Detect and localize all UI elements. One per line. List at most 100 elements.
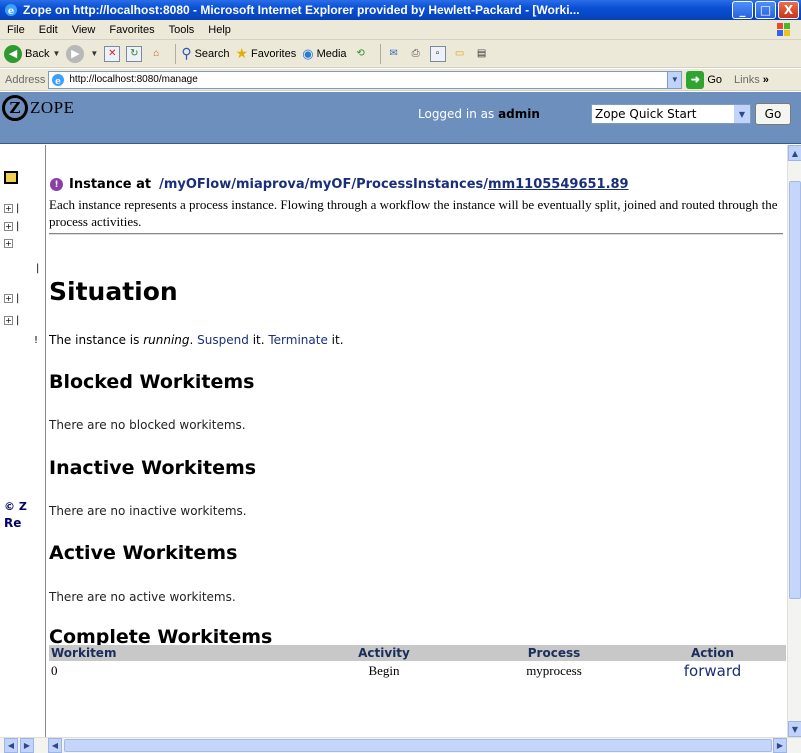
scroll-right-icon[interactable]: ▶ [773, 738, 787, 753]
instance-path[interactable]: /myOFlow/miaprova/myOF/ProcessInstances/ [159, 177, 488, 192]
instance-icon: ! [50, 178, 63, 191]
chevron-down-icon[interactable]: ▼ [668, 70, 683, 89]
search-button[interactable]: ⚲ Search [181, 45, 229, 62]
menu-favorites[interactable]: Favorites [102, 24, 161, 36]
refresh-link[interactable]: Re [4, 516, 21, 530]
toolbar-separator [175, 43, 177, 64]
table-header-row: Workitem Activity Process Action [49, 645, 786, 661]
inactive-workitems-heading: Inactive Workitems [49, 457, 257, 479]
table-row: 0 Begin myprocess forward [49, 661, 786, 681]
forward-button[interactable]: ▶ ▼ [66, 44, 98, 63]
column-header-workitem: Workitem [49, 645, 299, 661]
history-icon[interactable]: ⟲ [353, 46, 369, 62]
menu-tools[interactable]: Tools [162, 24, 202, 36]
logged-in-status: Logged in as admin [418, 107, 540, 121]
active-workitems-text: There are no active workitems. [49, 590, 236, 604]
tree-item[interactable]: + | [4, 293, 19, 304]
star-icon: ★ [235, 45, 248, 61]
page-icon: e [51, 73, 65, 87]
minimize-button[interactable]: _ [732, 1, 753, 19]
expand-icon[interactable]: + [4, 239, 13, 248]
media-button[interactable]: ◉ Media [302, 46, 346, 62]
scroll-right-icon[interactable]: ▶ [20, 738, 34, 753]
mail-icon[interactable]: ✉ [386, 46, 402, 62]
inactive-workitems-text: There are no inactive workitems. [49, 504, 247, 518]
back-arrow-icon: ◀ [4, 44, 22, 63]
edit-icon[interactable]: ▫ [429, 45, 446, 62]
address-input[interactable]: e http://localhost:8080/manage [48, 70, 669, 89]
browser-toolbar: ◀ Back ▼ ▶ ▼ ✕ ↻ ⌂ ⚲ Search ★ Favorites … [0, 40, 801, 68]
toolbar-separator [379, 43, 381, 64]
complete-workitems-table: Workitem Activity Process Action 0 Begin… [49, 645, 786, 681]
running-state: running [143, 333, 190, 347]
go-button[interactable]: ➜ Go [686, 70, 722, 89]
scroll-up-icon[interactable]: ▲ [788, 145, 801, 161]
cell-process: myprocess [526, 663, 582, 678]
menu-view[interactable]: View [65, 24, 103, 36]
refresh-icon[interactable]: ↻ [126, 45, 143, 62]
media-icon: ◉ [302, 45, 314, 61]
expand-icon[interactable]: + [4, 316, 13, 325]
instance-id-link[interactable]: mm1105549651.89 [488, 177, 629, 192]
zope-logo[interactable]: Z ZOPE [2, 95, 75, 121]
chevron-down-icon[interactable]: ▼ [52, 49, 60, 58]
menu-help[interactable]: Help [201, 24, 238, 36]
expand-icon[interactable]: + [4, 222, 13, 231]
stop-icon[interactable]: ✕ [104, 45, 121, 62]
search-icon: ⚲ [181, 45, 192, 61]
forward-link[interactable]: forward [684, 662, 742, 680]
username: admin [498, 107, 540, 121]
navigation-tree-frame: + | + | + | + | + | ! © Z Re [0, 145, 46, 737]
expand-icon[interactable]: + [4, 204, 13, 213]
expand-icon[interactable]: + [4, 294, 13, 303]
scroll-left-icon[interactable]: ◀ [48, 738, 62, 753]
chevron-right-icon[interactable]: » [763, 74, 769, 86]
forward-arrow-icon: ▶ [66, 44, 85, 63]
window-titlebar[interactable]: e Zope on http://localhost:8080 - Micros… [0, 0, 801, 20]
quick-start-select[interactable]: Zope Quick Start ▼ [591, 104, 751, 124]
column-header-action: Action [639, 645, 786, 661]
print-icon[interactable]: ⎙ [408, 46, 424, 62]
cell-action: forward [639, 661, 786, 681]
main-frame: ! Instance at /myOFlow/miaprova/myOF/Pro… [47, 145, 787, 737]
root-folder-icon[interactable] [4, 171, 18, 184]
active-workitems-heading: Active Workitems [49, 542, 238, 564]
ie-icon: e [3, 2, 19, 18]
scroll-down-icon[interactable]: ▼ [788, 721, 801, 737]
horizontal-scrollbar[interactable]: ◀ ▶ ◀ ▶ [0, 737, 801, 753]
home-icon[interactable]: ⌂ [148, 46, 164, 62]
maximize-button[interactable]: □ [755, 1, 776, 19]
close-button[interactable]: X [778, 1, 799, 19]
tree-item[interactable]: + | [4, 221, 19, 232]
menu-file[interactable]: File [0, 24, 32, 36]
back-button[interactable]: ◀ Back ▼ [4, 44, 60, 63]
folder-icon[interactable]: ▭ [452, 46, 468, 62]
chevron-down-icon[interactable]: ▼ [734, 105, 750, 123]
chevron-down-icon[interactable]: ▼ [90, 49, 98, 58]
tree-item[interactable]: + | [4, 315, 19, 326]
menu-edit[interactable]: Edit [32, 24, 65, 36]
research-icon[interactable]: ▤ [474, 46, 490, 62]
quick-start-go-button[interactable]: Go [755, 103, 791, 125]
instance-description: Each instance represents a process insta… [49, 197, 778, 229]
tree-item[interactable]: + | [4, 203, 19, 214]
cell-activity: Begin [368, 663, 400, 678]
go-arrow-icon: ➜ [686, 70, 705, 89]
suspend-link[interactable]: Suspend [197, 333, 249, 347]
scrollbar-thumb[interactable] [64, 739, 772, 752]
scroll-left-icon[interactable]: ◀ [4, 738, 18, 753]
favorites-button[interactable]: ★ Favorites [235, 45, 296, 62]
address-url: http://localhost:8080/manage [69, 74, 198, 85]
svg-text:e: e [55, 77, 61, 87]
tree-line: ! [34, 335, 39, 346]
tree-line: | [36, 263, 40, 274]
vertical-scrollbar[interactable]: ▲ ▼ [787, 145, 801, 737]
blocked-workitems-heading: Blocked Workitems [49, 371, 255, 393]
scrollbar-thumb[interactable] [789, 181, 801, 599]
links-toolbar[interactable]: Links [734, 74, 760, 86]
terminate-link[interactable]: Terminate [268, 333, 327, 347]
windows-flag-icon [773, 21, 795, 39]
tree-item[interactable]: + [4, 239, 16, 248]
menu-bar: File Edit View Favorites Tools Help [0, 20, 801, 40]
blocked-workitems-text: There are no blocked workitems. [49, 418, 246, 432]
